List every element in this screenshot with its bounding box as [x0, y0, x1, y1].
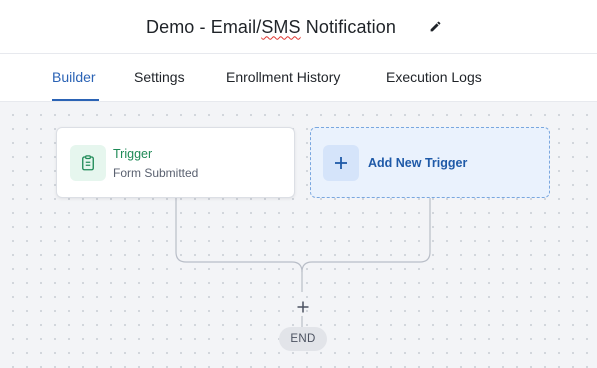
header-bar: Demo - Email/SMS Notification — [0, 0, 597, 54]
clipboard-icon — [82, 155, 94, 171]
plus-icon — [335, 157, 347, 169]
end-node: END — [279, 327, 327, 351]
add-trigger-icon-badge — [323, 145, 359, 181]
trigger-icon-badge — [70, 145, 106, 181]
add-step-button[interactable] — [295, 299, 311, 315]
tab-enrollment-history[interactable]: Enrollment History — [226, 69, 340, 85]
tab-execution-logs[interactable]: Execution Logs — [386, 69, 482, 85]
tab-builder[interactable]: Builder — [52, 69, 96, 85]
trigger-subtitle: Form Submitted — [113, 166, 199, 180]
pencil-icon — [430, 21, 440, 31]
edit-title-button[interactable] — [428, 19, 442, 33]
add-new-trigger-button[interactable]: Add New Trigger — [310, 127, 550, 198]
plus-icon — [297, 301, 309, 313]
title-text-flagged-word: SMS — [261, 16, 301, 37]
page-title: Demo - Email/SMS Notification — [146, 14, 396, 40]
trigger-title: Trigger — [113, 147, 153, 161]
title-text-start: Demo - Email/ — [146, 16, 262, 37]
tab-settings[interactable]: Settings — [134, 69, 185, 85]
tab-bar: Builder Settings Enrollment History Exec… — [0, 54, 597, 102]
workflow-canvas[interactable]: Trigger Form Submitted Add New Trigger E… — [0, 102, 597, 368]
title-text-end: Notification — [300, 16, 396, 37]
active-tab-indicator — [52, 99, 99, 101]
add-new-trigger-label: Add New Trigger — [368, 156, 468, 170]
trigger-card[interactable]: Trigger Form Submitted — [56, 127, 295, 198]
